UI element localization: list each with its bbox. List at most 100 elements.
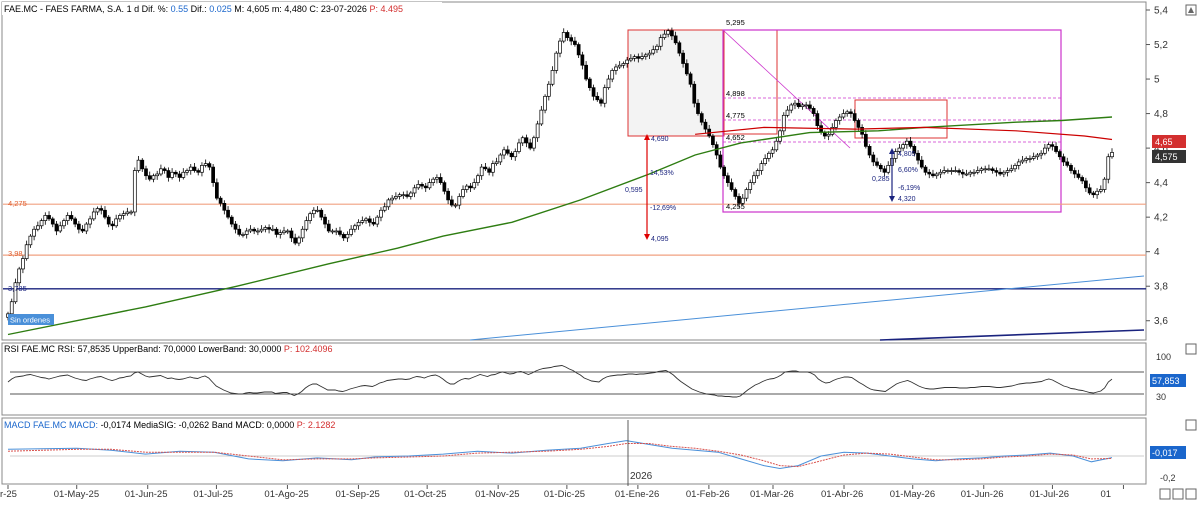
candle-body <box>282 230 286 234</box>
candle-body <box>438 177 443 183</box>
candle-body <box>259 228 264 232</box>
candle-body <box>54 223 59 232</box>
candle-body <box>826 133 831 137</box>
candle-body <box>289 230 294 239</box>
candle-body <box>629 57 633 61</box>
x-tick-label: 01-Jun-25 <box>125 489 168 500</box>
candle-body <box>144 168 148 177</box>
candle-body <box>494 161 499 164</box>
x-tick-label: 01-Feb-26 <box>686 489 730 500</box>
candle-body <box>837 116 842 121</box>
candle-body <box>222 202 227 211</box>
candle-body <box>1106 156 1111 180</box>
price-tick-label: 4 <box>1154 247 1160 258</box>
stock-chart[interactable]: 5,45,254,84,64,44,243,83,6 5,295 4,898 4… <box>0 0 1200 501</box>
candle-body <box>580 54 585 66</box>
candle-body <box>330 230 335 233</box>
candle-body <box>278 232 283 235</box>
candle-body <box>636 56 641 59</box>
candle-body <box>1084 180 1088 189</box>
candle-body <box>356 221 361 227</box>
candle-body <box>364 218 368 221</box>
label-pct-up: 14,53% <box>650 170 674 177</box>
candle-body <box>173 171 178 175</box>
candle-body <box>446 190 450 201</box>
candle-body <box>17 268 22 284</box>
candle-body <box>397 194 402 197</box>
candle-body <box>394 196 398 199</box>
candle-body <box>203 163 208 166</box>
candle-body <box>21 258 25 270</box>
candle-body <box>822 132 827 137</box>
candle-body <box>1069 165 1073 171</box>
x-tick-label: 01-Jul-26 <box>1029 489 1069 500</box>
candle-body <box>587 78 592 89</box>
label-pct-up-2: 6,60% <box>898 167 918 174</box>
candle-body <box>684 63 689 75</box>
label-398: 3,98 <box>8 249 23 258</box>
candle-body <box>427 182 432 189</box>
candle-body <box>1013 165 1017 170</box>
candle-body <box>785 109 790 116</box>
candle-body <box>886 165 891 173</box>
candle-body <box>99 208 104 211</box>
candle-body <box>789 104 794 111</box>
candle-body <box>960 171 965 175</box>
x-tick-label: r-25 <box>0 489 17 500</box>
candle-body <box>50 218 55 225</box>
candle-body <box>1061 156 1066 163</box>
candle-body <box>767 152 771 159</box>
candle-body <box>733 189 738 197</box>
candle-body <box>468 185 473 189</box>
candle-body <box>162 168 167 171</box>
candle-body <box>901 144 905 149</box>
candle-body <box>304 220 309 230</box>
candle-body <box>218 197 223 204</box>
candle-body <box>315 209 320 212</box>
candle-body <box>666 30 671 35</box>
last-badge-label: 4,575 <box>1155 152 1178 162</box>
candle-body <box>91 211 96 220</box>
candle-body <box>617 64 622 68</box>
candle-body <box>483 166 488 170</box>
candle-body <box>382 206 387 211</box>
candle-body <box>311 209 316 215</box>
candle-body <box>65 215 70 221</box>
candle-body <box>252 228 257 232</box>
candle-body <box>990 168 995 171</box>
candle-body <box>625 59 629 64</box>
price-tick-label: 5,4 <box>1154 6 1168 17</box>
candle-body <box>1057 151 1062 158</box>
candle-body <box>561 32 566 42</box>
candle-body <box>565 32 570 38</box>
candle-body <box>420 184 424 187</box>
candle-body <box>670 30 674 37</box>
candle-body <box>77 223 81 230</box>
candle-body <box>546 83 551 97</box>
candle-body <box>1098 189 1103 192</box>
candle-body <box>535 123 540 139</box>
candle-body <box>35 225 40 230</box>
candle-body <box>796 102 801 108</box>
candle-body <box>147 175 152 180</box>
candle-body <box>28 235 33 246</box>
candle-body <box>215 182 219 199</box>
candle-body <box>185 170 189 173</box>
candle-body <box>106 216 111 225</box>
candle-body <box>528 142 533 149</box>
candle-body <box>987 168 991 171</box>
macd-badge-label: -0,017 <box>1152 448 1178 458</box>
candle-body <box>9 301 14 315</box>
candle-body <box>744 189 749 199</box>
candle-body <box>520 137 525 144</box>
candle-body <box>188 166 193 171</box>
candle-body <box>946 170 950 172</box>
candle-body <box>811 108 816 114</box>
candle-body <box>793 102 797 106</box>
candle-body <box>170 171 174 178</box>
candle-body <box>326 223 331 232</box>
candle-body <box>774 140 779 151</box>
candle-body <box>729 182 734 190</box>
candle-body <box>491 163 495 173</box>
candle-body <box>1009 168 1014 171</box>
